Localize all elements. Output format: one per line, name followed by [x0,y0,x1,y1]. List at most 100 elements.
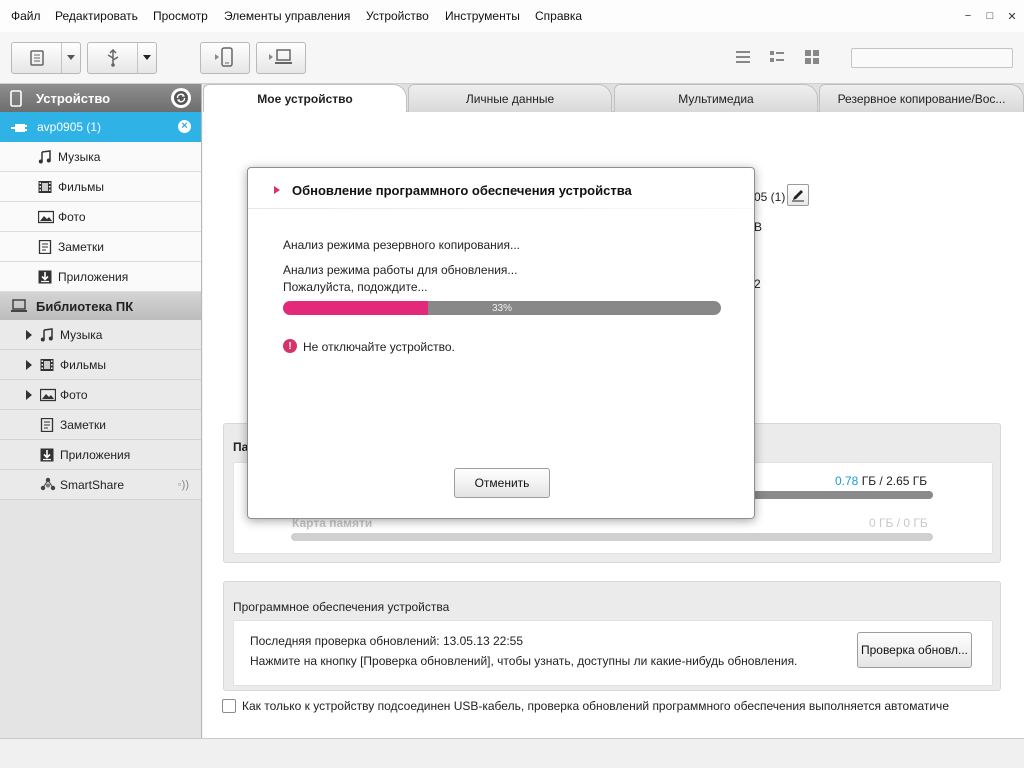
sidebar-item-label: Фильмы [60,357,106,372]
menu-file[interactable]: Файл [11,9,41,23]
library-section-title: Библиотека ПК [36,298,134,314]
sidebar-item-label: Фильмы [58,179,104,194]
memory-total-value: ГБ / 2.65 ГБ [858,474,928,488]
expand-arrow-icon[interactable] [26,330,32,340]
music-note-icon [40,328,54,345]
menu-help[interactable]: Справка [535,9,582,23]
refresh-icon[interactable] [171,88,191,108]
sidebar-item-library-photos[interactable]: Фото [0,380,201,410]
expand-arrow-icon[interactable] [26,390,32,400]
sidebar-item-label: SmartShare [60,477,125,492]
dropdown-arrow-icon[interactable] [138,43,156,73]
memory-card-bar [291,533,933,541]
menu-device[interactable]: Устройство [366,9,429,23]
menu-controls[interactable]: Элементы управления [224,9,350,23]
sidebar-item-library-notes[interactable]: Заметки [0,410,201,440]
search-input[interactable] [851,48,1013,68]
menu-tools[interactable]: Инструменты [445,9,520,23]
usb-icon [88,43,137,73]
sidebar-item-library-apps[interactable]: Приложения [0,440,201,470]
title-arrow-icon [274,186,280,194]
device-section-header[interactable]: Устройство [0,84,201,112]
sidebar-item-label: Приложения [60,447,131,462]
sidebar-item-device-notes[interactable]: Заметки [0,232,201,262]
app-download-icon [40,448,54,465]
sidebar-item-label: Музыка [60,327,103,342]
progress-label: 33% [491,302,512,314]
tab-multimedia[interactable]: Мультимедиа [614,84,818,112]
check-updates-button[interactable]: Проверка обновл... [857,632,972,668]
window-controls: − □ ✕ [962,10,1018,23]
menu-bar: Файл Редактировать Просмотр Элементы упр… [0,0,1024,32]
photo-icon [39,388,57,405]
update-hint-text: Нажмите на кнопку [Проверка обновлений],… [250,654,798,668]
device-name-value: 05 (1) [754,190,786,204]
update-dialog: Обновление программного обеспечения устр… [247,167,755,519]
minimize-button[interactable]: − [962,10,974,23]
note-icon [38,239,52,257]
status-bar [0,738,1024,768]
sidebar-item-label: Фото [58,209,86,224]
edit-pencil-icon[interactable] [787,184,809,206]
library-section-header[interactable]: Библиотека ПК [0,292,201,320]
tab-personal-data[interactable]: Личные данные [408,84,612,112]
dialog-title: Обновление программного обеспечения устр… [292,183,632,198]
sidebar-item-label: Заметки [60,417,106,432]
last-check-text: Последняя проверка обновлений: 13.05.13 … [250,634,524,648]
sidebar-item-device-photos[interactable]: Фото [0,202,201,232]
app-download-icon [38,270,52,287]
sidebar-item-smartshare[interactable]: SmartShare ◦)) [0,470,201,500]
list-view-icon[interactable] [735,50,751,64]
sidebar: Устройство avp0905 (1) × Музыка Фильмы Ф… [0,84,202,738]
sidebar-item-library-movies[interactable]: Фильмы [0,350,201,380]
auto-check-label: Как только к устройству подсоединен USB-… [242,699,949,713]
memory-card-usage: 0 ГБ / 0 ГБ [869,516,928,530]
update-progress-bar: 33% [283,301,721,315]
sidebar-item-label: Заметки [58,239,104,254]
film-icon [38,180,52,197]
cancel-button[interactable]: Отменить [454,468,550,498]
device-view-button[interactable] [11,42,81,74]
pc-sync-button[interactable] [256,42,306,74]
phone-sync-button[interactable] [200,42,250,74]
phone-icon [10,90,22,110]
wireless-signal-icon: ◦)) [177,479,189,491]
menu-edit[interactable]: Редактировать [55,9,138,23]
memory-used-value: 0.78 [835,474,859,488]
laptop-icon [268,48,294,69]
device-section-title: Устройство [36,90,111,106]
connected-device-item[interactable]: avp0905 (1) × [0,112,201,142]
maximize-button[interactable]: □ [984,10,996,23]
status-line-wait: Пожалуйста, подождите... [283,280,428,294]
film-icon [40,358,54,375]
sidebar-item-device-movies[interactable]: Фильмы [0,172,201,202]
software-panel-title: Программное обеспечения устройства [233,600,450,614]
sidebar-item-label: Приложения [58,269,129,284]
note-icon [40,417,54,435]
grid-view-icon[interactable] [804,50,820,64]
sidebar-item-library-music[interactable]: Музыка [0,320,201,350]
device-name: avp0905 (1) [37,120,102,134]
photo-icon [37,210,55,227]
music-note-icon [38,150,52,167]
detail-view-icon[interactable] [769,50,785,64]
tab-bar: Мое устройство Личные данные Мультимедиа… [203,84,1024,113]
sidebar-item-device-apps[interactable]: Приложения [0,262,201,292]
sidebar-item-label: Музыка [58,149,101,164]
expand-arrow-icon[interactable] [26,360,32,370]
disconnect-icon[interactable]: × [178,120,191,133]
laptop-icon [10,299,28,316]
auto-check-checkbox[interactable] [222,699,236,713]
status-line-mode: Анализ режима работы для обновления... [283,263,518,277]
device-list-icon [12,43,61,73]
tab-my-device[interactable]: Мое устройство [203,84,407,113]
dropdown-arrow-icon[interactable] [62,43,80,73]
tab-backup[interactable]: Резервное копирование/Вос... [819,84,1024,112]
close-window-button[interactable]: ✕ [1006,10,1018,23]
sidebar-item-device-music[interactable]: Музыка [0,142,201,172]
usb-button[interactable] [87,42,157,74]
menu-view[interactable]: Просмотр [153,9,208,23]
software-panel: Программное обеспечения устройства После… [223,581,1001,691]
device-info-fragment: 2 [754,277,761,291]
status-line-backup: Анализ режима резервного копирования... [283,238,520,252]
